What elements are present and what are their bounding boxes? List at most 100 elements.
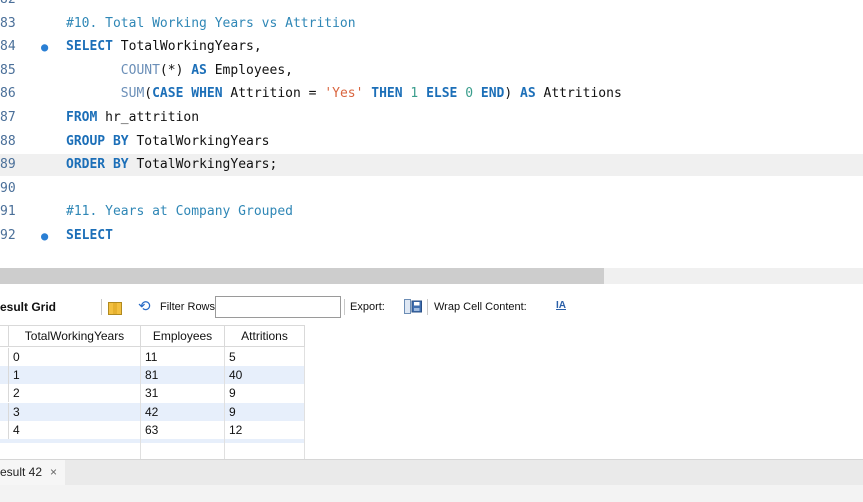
sql-editor[interactable]: 82 83 #10. Total Working Years vs Attritio… bbox=[0, 0, 863, 268]
filter-rows-input[interactable] bbox=[215, 296, 341, 318]
table-row[interactable]: 0 11 5 bbox=[0, 348, 305, 366]
code-token: Attrition = bbox=[222, 86, 325, 102]
code-token: FROM bbox=[66, 110, 98, 125]
code-token: Attritions bbox=[535, 86, 622, 102]
code-line[interactable]: 88 GROUP BY TotalWorkingYears bbox=[0, 131, 863, 153]
code-token: #11. Years at Company Grouped bbox=[66, 204, 293, 220]
code-token: TotalWorkingYears; bbox=[128, 157, 278, 173]
line-number: 92 bbox=[0, 228, 16, 243]
row-header[interactable] bbox=[0, 402, 9, 421]
result-tab-label: esult 42 bbox=[0, 465, 43, 479]
output-panel-strip bbox=[0, 485, 863, 502]
toolbar-divider bbox=[427, 299, 428, 315]
code-token: ) bbox=[504, 86, 521, 102]
close-icon[interactable]: × bbox=[50, 465, 57, 479]
code-token: THEN bbox=[371, 86, 403, 102]
table-row bbox=[0, 439, 305, 443]
code-text: ORDER BY TotalWorkingYears; bbox=[66, 154, 277, 176]
result-tab[interactable]: esult 42 × bbox=[0, 460, 66, 485]
code-text: #10. Total Working Years vs Attrition bbox=[66, 13, 356, 35]
line-number: 84 bbox=[0, 39, 16, 55]
table-cell[interactable]: 40 bbox=[225, 366, 305, 384]
code-token: ELSE bbox=[426, 86, 458, 102]
code-token: END bbox=[480, 86, 505, 102]
code-text: GROUP BY TotalWorkingYears bbox=[66, 131, 270, 153]
result-toolbar: esult Grid ⟲ Filter Rows: Export: Wrap C… bbox=[0, 290, 863, 324]
result-tab-bar: esult 42 × bbox=[0, 459, 863, 485]
grid-corner bbox=[0, 326, 9, 346]
line-number: 90 bbox=[0, 180, 16, 196]
column-header[interactable]: Employees bbox=[141, 326, 225, 346]
code-token: 'Yes' bbox=[324, 86, 364, 102]
line-number: 85 bbox=[0, 62, 16, 78]
line-number: 83 bbox=[0, 15, 16, 31]
code-line[interactable]: 84 ● SELECT TotalWorkingYears, bbox=[0, 36, 863, 58]
code-token: (*) bbox=[159, 62, 192, 78]
grid-layout-icon[interactable] bbox=[108, 302, 122, 315]
code-line[interactable]: 83 #10. Total Working Years vs Attrition bbox=[0, 13, 863, 35]
table-cell[interactable]: 11 bbox=[141, 348, 225, 366]
table-cell[interactable]: 9 bbox=[225, 384, 305, 402]
table-cell[interactable]: 9 bbox=[225, 403, 305, 421]
code-token: COUNT bbox=[66, 62, 160, 78]
code-token: CASE WHEN bbox=[152, 86, 223, 102]
code-token: SUM bbox=[66, 86, 145, 102]
column-divider bbox=[224, 347, 225, 460]
code-token: ( bbox=[144, 86, 153, 102]
code-line[interactable]: 85 COUNT(*) AS Employees, bbox=[0, 60, 863, 82]
row-header[interactable] bbox=[0, 366, 9, 385]
code-token: SELECT bbox=[66, 39, 113, 55]
table-row[interactable]: 2 31 9 bbox=[0, 384, 305, 403]
column-header[interactable]: TotalWorkingYears bbox=[9, 326, 141, 346]
table-cell[interactable]: 0 bbox=[9, 348, 141, 366]
code-line[interactable]: 92 ● SELECT bbox=[0, 225, 863, 247]
code-token: Employees, bbox=[206, 62, 293, 78]
table-cell[interactable]: 4 bbox=[9, 421, 141, 439]
row-header[interactable] bbox=[0, 384, 9, 403]
export-label: Export: bbox=[350, 301, 385, 313]
table-cell[interactable]: 5 bbox=[225, 348, 305, 366]
table-cell[interactable]: 1 bbox=[9, 366, 141, 384]
code-line[interactable]: 90 bbox=[0, 178, 863, 200]
editor-scrollbar-thumb[interactable] bbox=[0, 268, 604, 284]
code-text: COUNT(*) AS Employees, bbox=[66, 60, 293, 82]
table-cell[interactable]: 42 bbox=[141, 403, 225, 421]
code-token: AS bbox=[520, 86, 536, 102]
code-token: #10. Total Working Years vs Attrition bbox=[66, 15, 356, 31]
code-line[interactable]: 82 bbox=[0, 0, 863, 11]
code-text: SUM(CASE WHEN Attrition = 'Yes' THEN 1 E… bbox=[66, 83, 622, 105]
row-header[interactable] bbox=[0, 420, 9, 439]
column-divider bbox=[304, 347, 305, 460]
table-cell[interactable]: 81 bbox=[141, 366, 225, 384]
table-row[interactable]: 4 63 12 bbox=[0, 420, 305, 439]
code-line[interactable]: 91 #11. Years at Company Grouped bbox=[0, 201, 863, 223]
wrap-cell-content-icon[interactable]: IA bbox=[556, 299, 566, 313]
code-line[interactable]: 87 FROM hr_attrition bbox=[0, 107, 863, 129]
column-header[interactable]: Attritions bbox=[225, 326, 305, 346]
statement-marker-icon: ● bbox=[41, 229, 49, 243]
code-line[interactable]: 86 SUM(CASE WHEN Attrition = 'Yes' THEN … bbox=[0, 83, 863, 105]
table-cell[interactable]: 12 bbox=[225, 421, 305, 439]
filter-rows-label: Filter Rows: bbox=[160, 301, 219, 313]
table-cell[interactable]: 31 bbox=[141, 384, 225, 402]
export-icon[interactable] bbox=[404, 299, 422, 314]
code-token: TotalWorkingYears, bbox=[112, 39, 262, 55]
table-row[interactable]: 3 42 9 bbox=[0, 402, 305, 421]
table-row[interactable]: 1 81 40 bbox=[0, 366, 305, 385]
table-cell[interactable]: 2 bbox=[9, 384, 141, 402]
toolbar-divider bbox=[101, 299, 102, 315]
refresh-icon[interactable]: ⟲ bbox=[138, 298, 151, 316]
result-grid-label: esult Grid bbox=[0, 300, 57, 314]
code-token: ORDER BY bbox=[66, 157, 129, 173]
code-line[interactable]: 89 ORDER BY TotalWorkingYears; bbox=[0, 154, 863, 177]
line-number: 86 bbox=[0, 86, 16, 102]
row-header[interactable] bbox=[0, 348, 9, 366]
code-text: #11. Years at Company Grouped bbox=[66, 201, 293, 223]
code-token: TotalWorkingYears bbox=[128, 133, 270, 149]
wrap-cell-content-label: Wrap Cell Content: bbox=[434, 301, 527, 313]
table-cell[interactable]: 63 bbox=[141, 421, 225, 439]
column-divider bbox=[140, 347, 141, 460]
table-cell[interactable]: 3 bbox=[9, 403, 141, 421]
line-number: 91 bbox=[0, 204, 16, 220]
